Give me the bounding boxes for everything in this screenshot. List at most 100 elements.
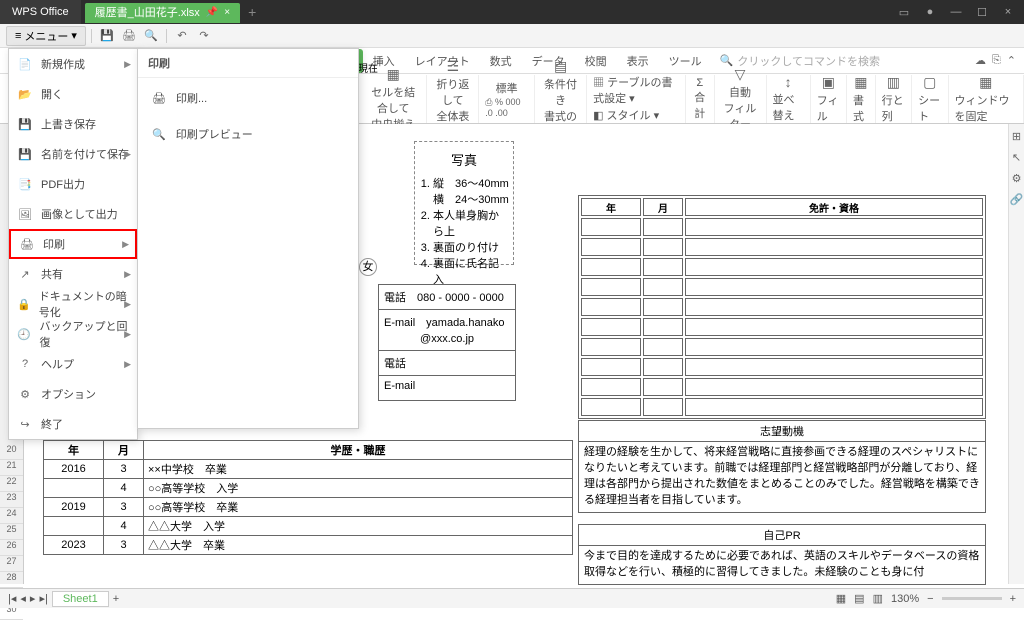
current-label: 現在: [358, 60, 378, 75]
cursor-icon[interactable]: ↖: [1012, 151, 1021, 164]
view-break-icon[interactable]: ▥: [873, 592, 883, 605]
number-format[interactable]: 標準⎙ % 000 .0 .00: [479, 75, 535, 123]
zoom-slider[interactable]: [942, 597, 1002, 600]
menu-item[interactable]: 📑PDF出力: [9, 169, 137, 199]
status-bar: |◂ ◂ ▸ ▸| Sheet1 + ▦ ▤ ▥ 130% − +: [0, 588, 1024, 608]
table-style[interactable]: ▦ テーブルの書式設定 ▾◧ スタイル ▾: [587, 75, 686, 123]
sheet-button[interactable]: ▢シート: [912, 75, 948, 123]
education-table: 年月学歴・職歴 20163××中学校 卒業 4○○高等学校 入学 20193○○…: [43, 440, 573, 555]
pr-section: 自己PR 今まで目的を達成するために必要であれば、英語のスキルやデータベースの資…: [578, 524, 986, 585]
menu-item[interactable]: 💾名前を付けて保存▶: [9, 139, 137, 169]
zoom-in-icon[interactable]: +: [1010, 593, 1016, 605]
fill-button[interactable]: ▣フィル: [811, 75, 847, 123]
rowcol-button[interactable]: ▥行と列: [876, 75, 912, 123]
freeze-button[interactable]: ▦ウィンドウを固定: [949, 75, 1024, 123]
preview-icon[interactable]: 🔍: [141, 27, 161, 45]
add-tab-button[interactable]: +: [240, 4, 264, 20]
menu-item[interactable]: 🖨印刷▶: [9, 229, 137, 259]
menu-item[interactable]: ↪終了: [9, 409, 137, 439]
redo-icon[interactable]: ↷: [194, 27, 214, 45]
print-submenu: 印刷 🖨印刷... 🔍印刷プレビュー: [137, 48, 359, 429]
quick-toolbar: ≡ メニュー ▾ 💾 🖨 🔍 ↶ ↷: [0, 24, 1024, 48]
file-tab[interactable]: 履歴書_山田花子.xlsx 📌 ×: [85, 3, 240, 23]
first-sheet-icon[interactable]: |◂: [8, 592, 16, 605]
tab-layout[interactable]: レイアウト: [405, 49, 480, 73]
menu-item-icon: ?: [17, 358, 33, 370]
cond-format-button[interactable]: ▤条件付き 書式の設定: [535, 75, 587, 123]
contact-box: 電話 080 - 0000 - 0000 E-mail yamada.hanak…: [378, 284, 516, 401]
undo-icon[interactable]: ↶: [172, 27, 192, 45]
menu-item[interactable]: 💾 上書き保存: [9, 109, 137, 139]
menu-item[interactable]: ⚙オプション: [9, 379, 137, 409]
share-icon[interactable]: ⎘: [992, 54, 1001, 67]
view-page-icon[interactable]: ▤: [854, 592, 864, 605]
menu-item-icon: ⚙: [17, 388, 33, 401]
chevron-right-icon: ▶: [124, 269, 131, 280]
sort-button[interactable]: ↕並べ替え: [767, 75, 811, 123]
add-sheet-icon[interactable]: +: [113, 593, 119, 605]
menu-item-icon: 📂: [17, 88, 33, 101]
screen-icon[interactable]: ▭: [892, 2, 916, 22]
preview-icon: 🔍: [152, 128, 166, 141]
menu-item-icon: 💾: [17, 118, 33, 131]
merge-button[interactable]: ▦セルを結合して 中央揃え: [360, 75, 427, 123]
menu-item[interactable]: 🔒ドキュメントの暗号化▶: [9, 289, 137, 319]
menu-item-icon: 🖼: [17, 208, 33, 221]
print-preview-item[interactable]: 🔍印刷プレビュー: [138, 120, 358, 148]
menu-item[interactable]: 📂開く: [9, 79, 137, 109]
menu-button[interactable]: ≡ メニュー ▾: [6, 26, 86, 46]
photo-box: 写真 縦 36～40mm 横 24～30mm 本人単身胸から上 裏面のり付け 裏…: [414, 141, 514, 265]
save-icon[interactable]: 💾: [97, 27, 117, 45]
tab-formula[interactable]: 数式: [480, 49, 522, 73]
sum-button[interactable]: Σ 合計: [686, 75, 715, 123]
close-button[interactable]: ×: [996, 2, 1020, 22]
side-panel: ⊞ ↖ ⚙ 🔗: [1008, 124, 1024, 584]
printer-icon: 🖨: [152, 92, 166, 105]
side-icon[interactable]: ⊞: [1012, 130, 1021, 143]
user-icon[interactable]: ●: [918, 2, 942, 22]
chevron-right-icon: ▶: [124, 329, 131, 340]
motive-section: 志望動機 経理の経験を生かして、将来経営戦略に直接参画できる経理のスペシャリスト…: [578, 420, 986, 513]
print-icon[interactable]: 🖨: [119, 27, 139, 45]
menu-item[interactable]: 📄新規作成▶: [9, 49, 137, 79]
minimize-button[interactable]: —: [944, 2, 968, 22]
print-item[interactable]: 🖨印刷...: [138, 84, 358, 112]
menu-item[interactable]: ↗共有▶: [9, 259, 137, 289]
menu-item-icon: 📑: [17, 178, 33, 191]
filter-button[interactable]: ▽自動 フィルター: [715, 75, 767, 123]
pin-icon[interactable]: 📌: [206, 3, 218, 23]
app-name: WPS Office: [0, 0, 81, 24]
menu-item[interactable]: 🕘バックアップと回復▶: [9, 319, 137, 349]
chevron-right-icon: ▶: [124, 299, 131, 310]
prev-sheet-icon[interactable]: ◂: [20, 592, 26, 605]
menu-item-label: 終了: [41, 416, 63, 432]
menu-item-label: 画像として出力: [41, 206, 118, 222]
menu-item-icon: 💾: [17, 148, 33, 161]
link-icon[interactable]: 🔗: [1010, 193, 1024, 206]
zoom-out-icon[interactable]: −: [927, 593, 933, 605]
view-normal-icon[interactable]: ▦: [836, 592, 846, 605]
chevron-right-icon: ▶: [124, 59, 131, 70]
menu-item-label: 共有: [41, 266, 63, 282]
photo-title: 写真: [419, 150, 509, 169]
menu-item[interactable]: 🖼 画像として出力: [9, 199, 137, 229]
next-sheet-icon[interactable]: ▸: [30, 592, 36, 605]
menu-item-label: バックアップと回復: [39, 318, 129, 350]
format-button[interactable]: ▦書式: [847, 75, 876, 123]
menu-item[interactable]: ?ヘルプ▶: [9, 349, 137, 379]
last-sheet-icon[interactable]: ▸|: [39, 592, 47, 605]
tab-review[interactable]: 校閲: [575, 49, 617, 73]
tab-tools[interactable]: ツール: [659, 49, 712, 73]
collapse-ribbon-icon[interactable]: ⌃: [1007, 54, 1016, 67]
chevron-right-icon: ▶: [122, 239, 129, 250]
sheet-tab[interactable]: Sheet1: [52, 591, 109, 607]
wrap-button[interactable]: ☲折り返して 全体表示: [427, 75, 479, 123]
unsync-icon[interactable]: ☁: [975, 54, 986, 67]
sex-circle: 女: [359, 258, 377, 276]
maximize-button[interactable]: ☐: [970, 2, 994, 22]
close-tab-icon[interactable]: ×: [224, 3, 230, 23]
license-table: 年月免許・資格: [578, 195, 986, 419]
settings-icon[interactable]: ⚙: [1012, 172, 1022, 185]
tab-view[interactable]: 表示: [617, 49, 659, 73]
menu-item-label: 上書き保存: [41, 116, 96, 132]
